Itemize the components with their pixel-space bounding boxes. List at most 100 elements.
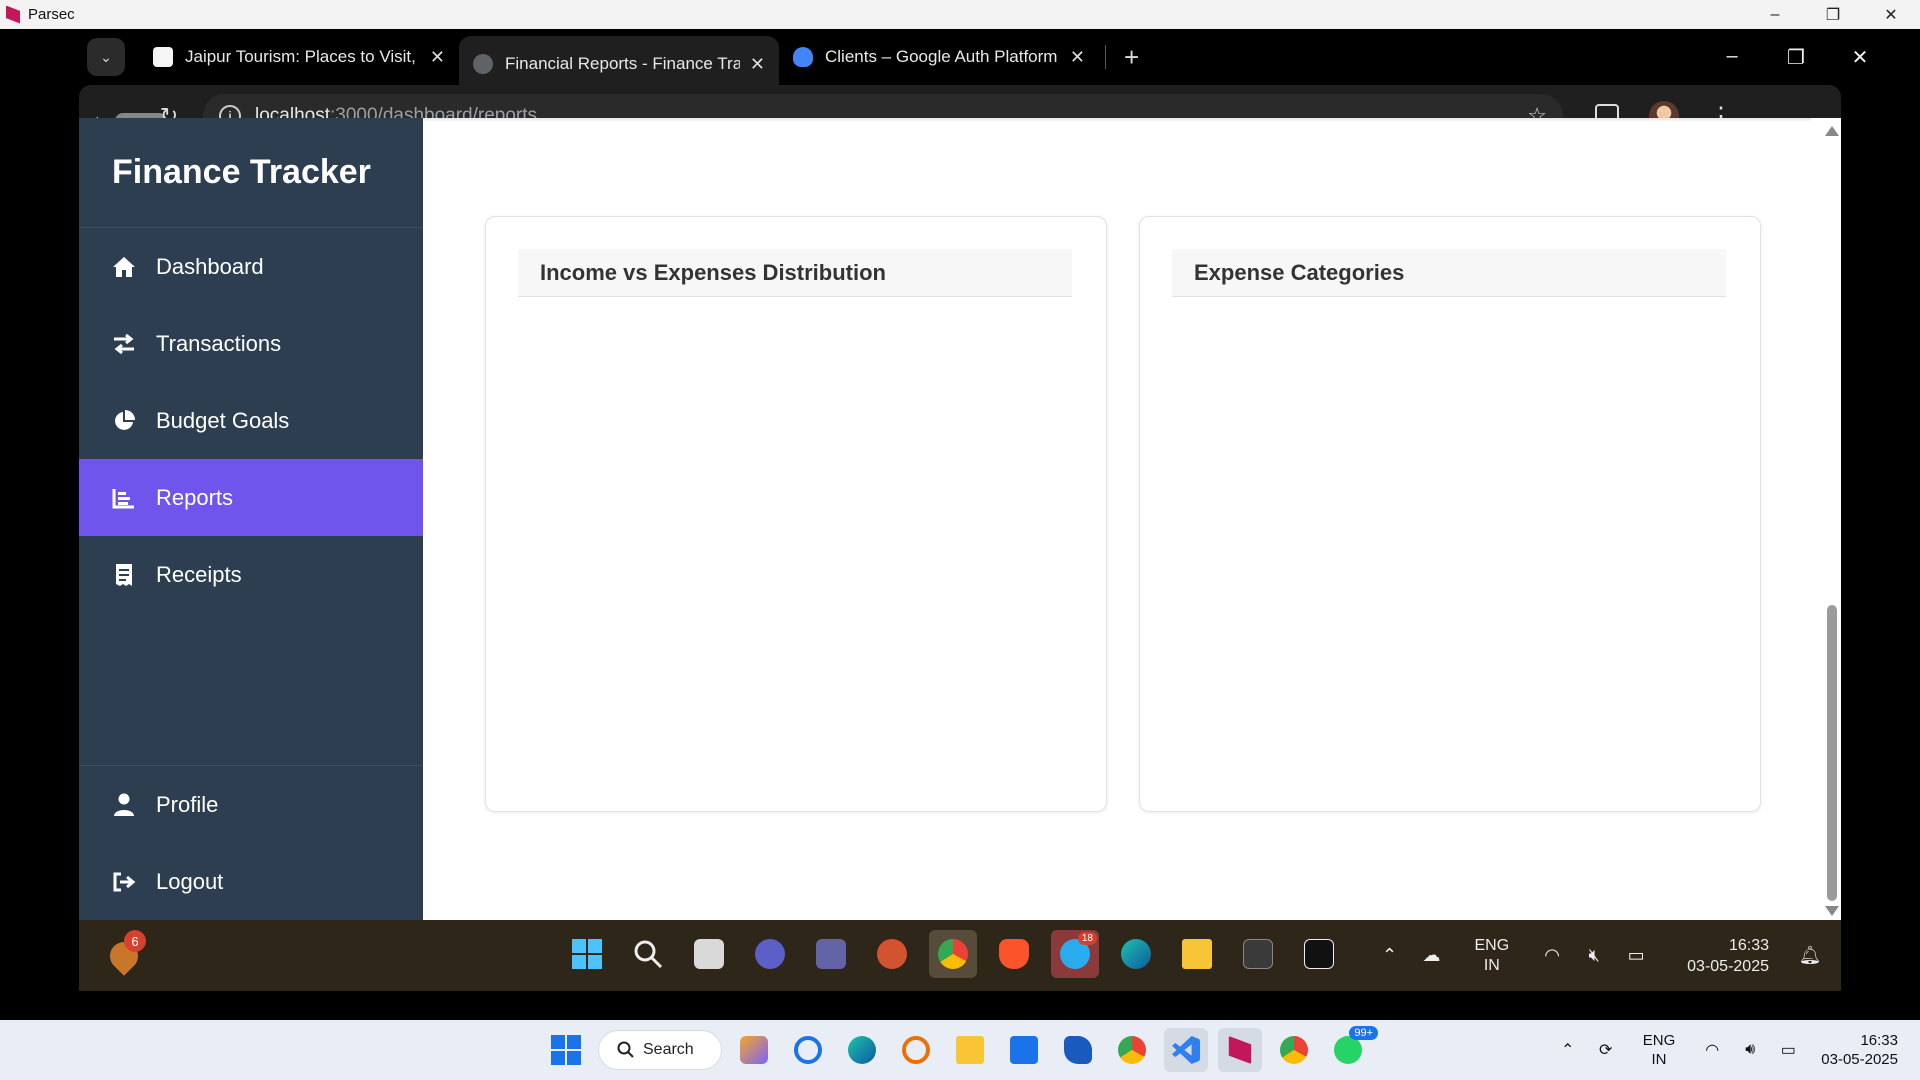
chrome-icon (1118, 1036, 1146, 1064)
edge-app-button[interactable] (1112, 930, 1160, 978)
start-button[interactable] (563, 930, 611, 978)
local-system-tray: ⌃ ⟳ ENG IN ◠ 🔊︎ ▭ 16:33 03-05-2025 (1549, 1020, 1920, 1080)
terminal-app-button[interactable] (1234, 930, 1282, 978)
widgets-button[interactable]: 6 (104, 930, 146, 976)
teams-icon (816, 939, 846, 969)
whatsapp-app-button[interactable]: 99+ (1326, 1026, 1378, 1072)
close-tab-icon[interactable]: ✕ (1070, 47, 1085, 68)
edge-app-button[interactable] (840, 1028, 884, 1072)
minimize-button[interactable]: – (1700, 45, 1764, 70)
shield-icon (793, 47, 813, 67)
tab-title: Jaipur Tourism: Places to Visit, S (185, 47, 420, 66)
receipt-icon (112, 563, 136, 587)
sidebar-item-reports[interactable]: Reports (79, 459, 423, 536)
brave-app-button[interactable] (990, 930, 1038, 978)
sidebar-item-label: Transactions (156, 330, 282, 356)
parsec-app-button[interactable] (1218, 1028, 1262, 1072)
parsec-title-bar: Parsec – ❐ ✕ (0, 0, 1920, 29)
search-button[interactable] (624, 930, 672, 978)
file-explorer-button[interactable] (1173, 930, 1221, 978)
onedrive-icon[interactable]: ☁ (1420, 945, 1442, 967)
sidebar-item-profile[interactable]: Profile (79, 766, 423, 843)
battery-icon[interactable]: ▭ (1625, 945, 1647, 967)
new-tab-button[interactable]: + (1124, 42, 1139, 73)
sidebar-item-budget-goals[interactable]: Budget Goals (79, 382, 423, 459)
language-indicator[interactable]: ENG IN (1474, 936, 1509, 976)
file-explorer-button[interactable] (948, 1028, 992, 1072)
sidebar-item-label: Budget Goals (156, 407, 290, 433)
clock[interactable]: 16:33 03-05-2025 (1821, 1031, 1898, 1069)
scroll-down-arrow-icon[interactable] (1825, 906, 1839, 916)
sidebar-item-dashboard[interactable]: Dashboard (79, 228, 423, 305)
scrollbar-thumb[interactable] (1827, 605, 1837, 901)
powerpoint-app-button[interactable] (868, 930, 916, 978)
word-app-button[interactable] (1056, 1028, 1100, 1072)
sync-icon[interactable]: ⟳ (1595, 1040, 1617, 1060)
chrome-icon (1280, 1036, 1308, 1064)
chrome-alt-app-button[interactable] (1272, 1028, 1316, 1072)
page-scrollbar[interactable] (1821, 118, 1841, 920)
chrome-app-button[interactable] (1110, 1028, 1154, 1072)
sidebar-item-transactions[interactable]: Transactions (79, 305, 423, 382)
parsec-window-title: Parsec (28, 6, 75, 23)
meet-app-button[interactable] (746, 930, 794, 978)
tab-favicon-icon (153, 47, 173, 67)
tab-search-button[interactable]: ⌄ (87, 38, 125, 76)
card-title: Expense Categories (1172, 249, 1726, 297)
remote-system-tray: ⌃ ☁ ENG IN ◠ 🔇︎ ▭ 16:33 03-05-2025 🔔︎ (1368, 920, 1841, 991)
bar-chart-icon (112, 487, 136, 509)
chrome-app-button[interactable] (929, 930, 977, 978)
sidebar-item-logout[interactable]: Logout (79, 843, 423, 920)
pie-chart-icon (112, 409, 136, 433)
copilot-icon (740, 1036, 768, 1064)
user-icon (112, 793, 136, 817)
clock-date: 03-05-2025 (1821, 1051, 1898, 1068)
language-indicator[interactable]: ENG IN (1643, 1031, 1676, 1069)
vscode-app-button[interactable] (1164, 1028, 1208, 1072)
sidebar-item-receipts[interactable]: Receipts (79, 536, 423, 613)
task-view-button[interactable] (685, 930, 733, 978)
clock[interactable]: 16:33 03-05-2025 (1687, 935, 1769, 977)
wifi-icon[interactable]: ◠ (1701, 1040, 1723, 1060)
chevron-up-icon[interactable]: ⌃ (1378, 945, 1400, 967)
teams-app-button[interactable] (807, 930, 855, 978)
close-tab-icon[interactable]: ✕ (430, 47, 445, 68)
local-start-button[interactable] (544, 1028, 588, 1072)
volume-icon[interactable]: 🔊︎ (1739, 1041, 1761, 1059)
main-content: Income vs Expenses Distribution Expense … (423, 118, 1841, 920)
parsec-close-button[interactable]: ✕ (1862, 0, 1920, 29)
folder-icon (956, 1036, 984, 1064)
chevron-down-icon: ⌄ (100, 48, 112, 65)
sidebar-item-label: Profile (156, 791, 219, 817)
battery-icon[interactable]: ▭ (1777, 1040, 1799, 1060)
store-icon (1010, 1036, 1038, 1064)
sidebar-item-label: Logout (156, 868, 224, 894)
video-call-icon (755, 939, 785, 969)
search-app-button[interactable] (894, 1028, 938, 1072)
wifi-icon[interactable]: ◠ (1541, 945, 1563, 967)
restore-button[interactable]: ❐ (1764, 45, 1828, 70)
store-app-button[interactable] (1002, 1028, 1046, 1072)
windows-logo-icon (572, 939, 602, 969)
chevron-up-icon[interactable]: ⌃ (1557, 1040, 1579, 1060)
folder-icon (1182, 939, 1212, 969)
notification-bell-icon[interactable]: 🔔︎ (1799, 945, 1822, 967)
copilot-app-button[interactable] (732, 1028, 776, 1072)
tab-financial-reports[interactable]: Financial Reports - Finance Trac ✕ (459, 36, 779, 92)
tab-google-auth-clients[interactable]: Clients – Google Auth Platform ✕ (779, 36, 1099, 78)
close-window-button[interactable]: ✕ (1828, 45, 1892, 70)
parsec-minimize-button[interactable]: – (1746, 0, 1804, 29)
package-app-button[interactable] (1295, 930, 1343, 978)
cortana-icon (794, 1036, 822, 1064)
local-search-box[interactable]: Search (598, 1030, 722, 1070)
volume-muted-icon[interactable]: 🔇︎ (1583, 945, 1605, 967)
parsec-logo-icon (6, 5, 20, 24)
scroll-up-arrow-icon[interactable] (1825, 126, 1839, 136)
close-tab-icon[interactable]: ✕ (750, 54, 765, 75)
windows-logo-tile (551, 1051, 565, 1065)
parsec-restore-button[interactable]: ❐ (1804, 0, 1862, 29)
page-viewport: Finance Tracker Dashboard Transactions B… (79, 118, 1841, 920)
telegram-app-button[interactable]: 18 (1051, 930, 1099, 978)
cortana-app-button[interactable] (786, 1028, 830, 1072)
tab-jaipur-tourism[interactable]: Jaipur Tourism: Places to Visit, S ✕ (139, 36, 459, 78)
